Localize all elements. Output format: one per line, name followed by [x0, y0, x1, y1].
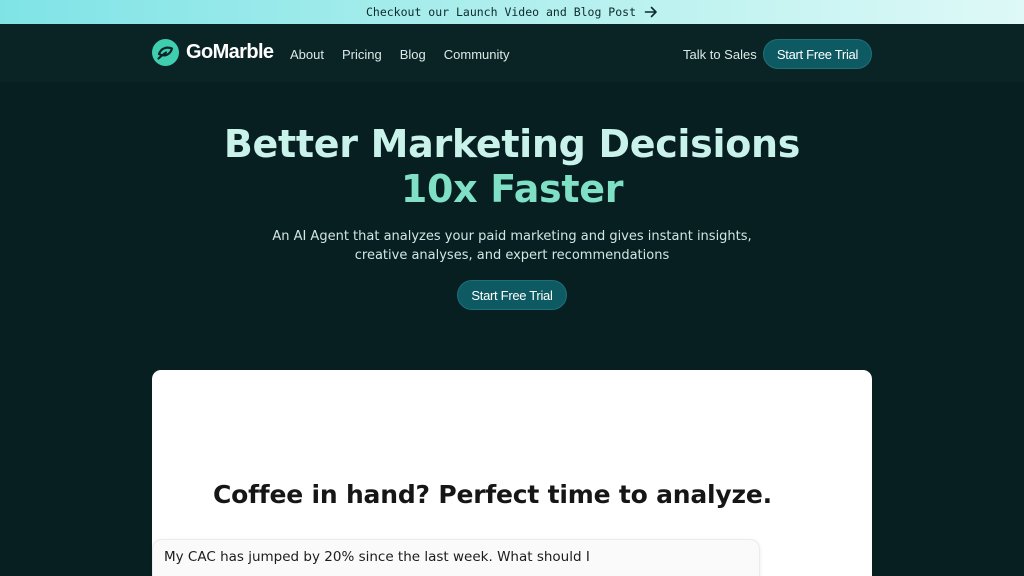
start-free-trial-hero-button[interactable]: Start Free Trial	[457, 280, 567, 310]
hero-subtitle: An AI Agent that analyzes your paid mark…	[272, 229, 752, 263]
gomarble-logo-icon	[152, 39, 179, 66]
demo-card: Coffee in hand? Perfect time to analyze.…	[152, 370, 872, 576]
nav-about[interactable]: About	[290, 47, 324, 62]
hero-title-line2: 10x Faster	[400, 167, 624, 211]
nav-blog[interactable]: Blog	[400, 47, 426, 62]
nav-community[interactable]: Community	[444, 47, 510, 62]
hero-title-line1: Better Marketing Decisions	[223, 122, 801, 166]
start-free-trial-nav-button[interactable]: Start Free Trial	[763, 39, 872, 69]
announcement-text[interactable]: Checkout our Launch Video and Blog Post	[366, 5, 636, 19]
prompt-text[interactable]: My CAC has jumped by 20% since the last …	[164, 549, 590, 565]
main-nav: About Pricing Blog Community	[290, 47, 510, 62]
hero-title: Better Marketing Decisions 10x Faster	[0, 122, 1024, 212]
top-navbar: GoMarble About Pricing Blog Community Ta…	[0, 24, 1024, 82]
arrow-right-icon[interactable]	[644, 5, 658, 19]
announcement-bar[interactable]: Checkout our Launch Video and Blog Post	[0, 0, 1024, 24]
brand-logo[interactable]: GoMarble	[152, 39, 274, 66]
prompt-input-box[interactable]: My CAC has jumped by 20% since the last …	[152, 539, 760, 576]
nav-pricing[interactable]: Pricing	[342, 47, 382, 62]
brand-name: GoMarble	[186, 41, 274, 63]
talk-to-sales-link[interactable]: Talk to Sales	[683, 47, 757, 62]
demo-heading: Coffee in hand? Perfect time to analyze.	[213, 480, 772, 509]
